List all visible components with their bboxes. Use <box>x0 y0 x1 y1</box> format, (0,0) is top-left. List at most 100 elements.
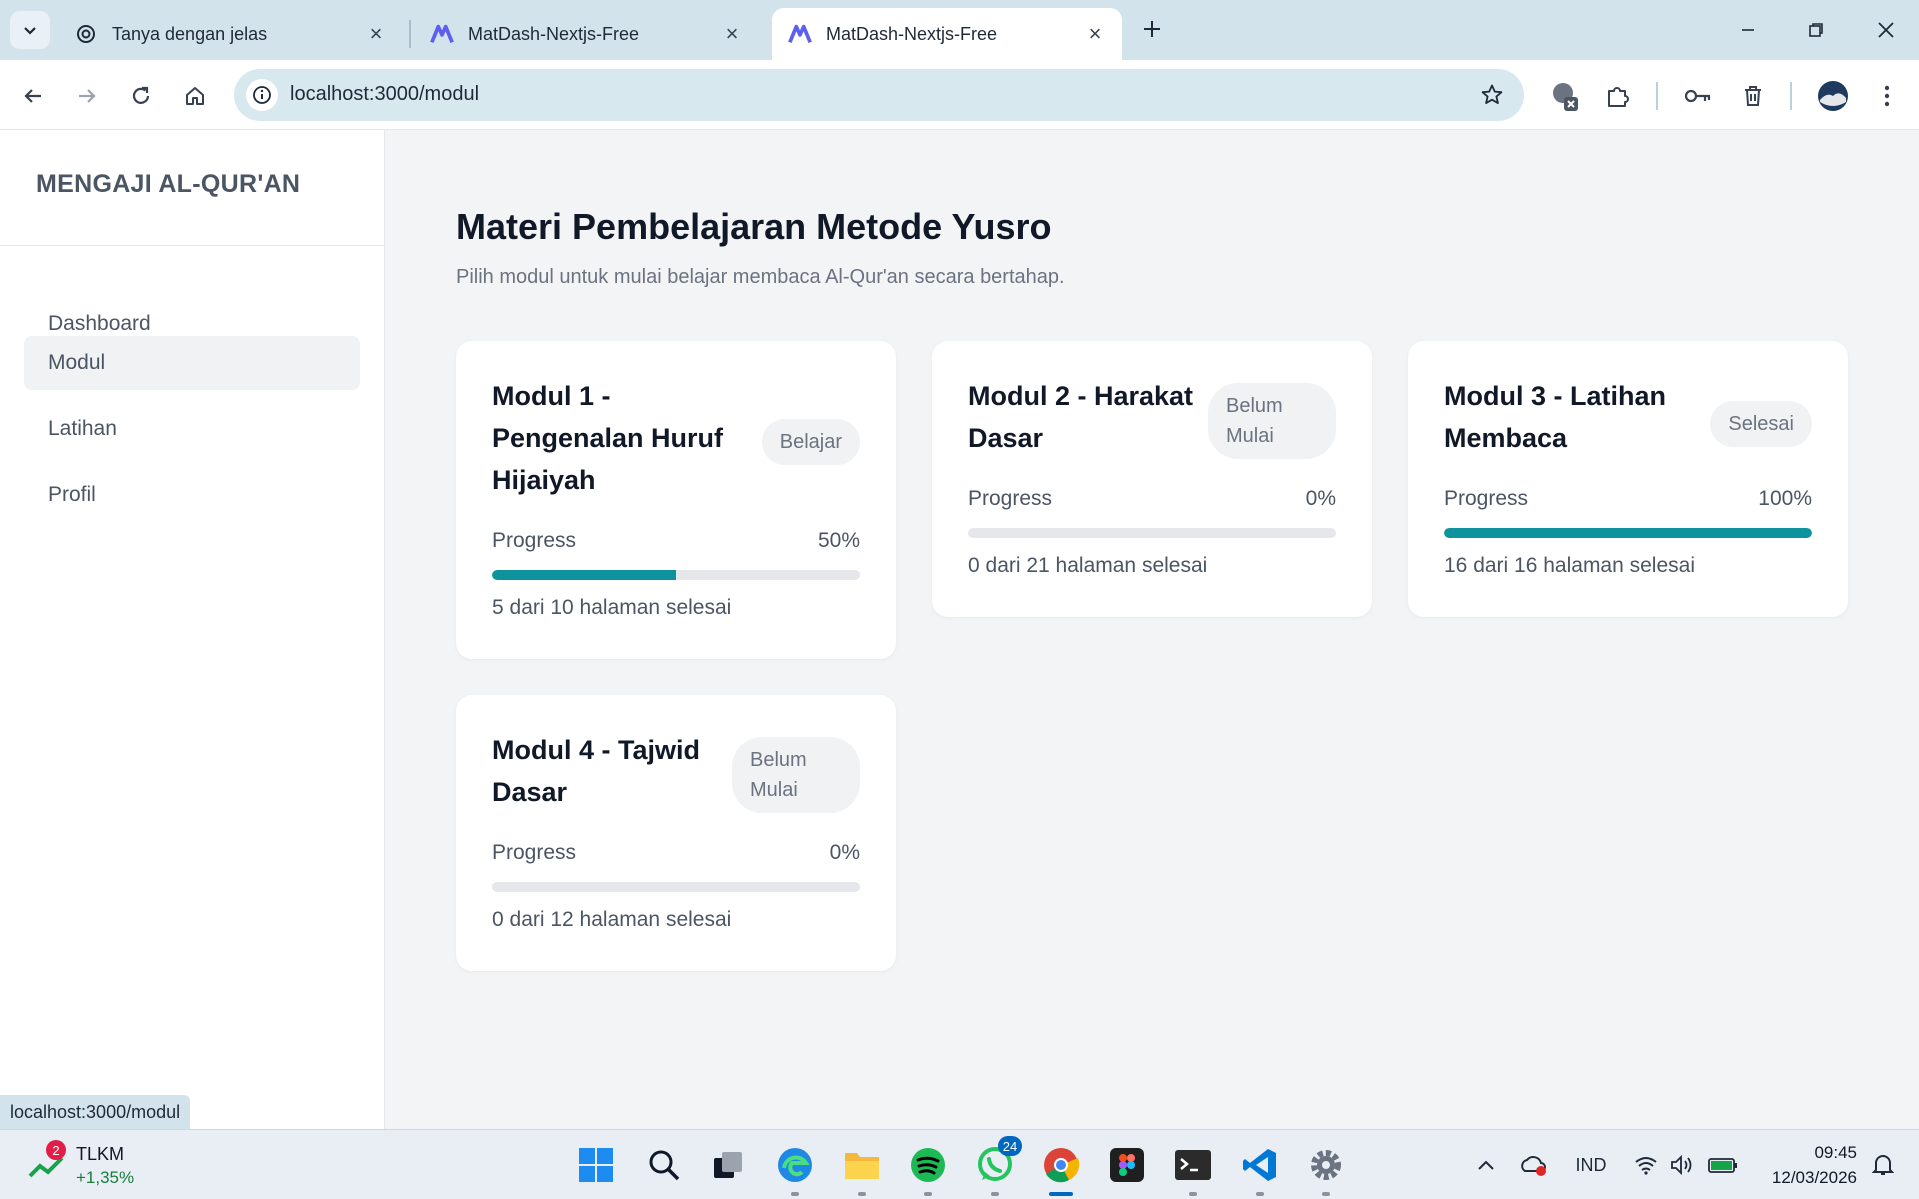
matdash-icon <box>430 22 454 46</box>
close-icon[interactable]: × <box>1084 21 1106 46</box>
battery-icon[interactable] <box>1706 1148 1740 1182</box>
show-hidden-icons-button[interactable] <box>1472 1148 1500 1182</box>
progress-count: 5 dari 10 halaman selesai <box>492 596 732 619</box>
avatar-icon <box>1818 81 1848 111</box>
star-icon <box>1481 84 1503 104</box>
start-button[interactable] <box>573 1142 619 1188</box>
url-text: localhost:3000/modul <box>290 83 480 105</box>
onedrive-tray[interactable] <box>1518 1148 1550 1182</box>
gear-icon <box>1311 1150 1341 1180</box>
page-subtitle: Pilih modul untuk mulai belajar membaca … <box>456 266 1065 288</box>
folder-icon <box>845 1153 879 1179</box>
restore-icon <box>1809 23 1823 37</box>
chatgpt-icon <box>74 22 98 46</box>
progress-bar <box>492 570 860 580</box>
close-icon <box>1878 22 1894 38</box>
trash-icon <box>1745 86 1761 106</box>
sidebar: MENGAJI AL-QUR'AN Dashboard Modul Latiha… <box>0 130 385 1129</box>
running-indicator <box>1189 1192 1197 1196</box>
taskbar-vscode[interactable] <box>1237 1142 1283 1196</box>
taskbar-file-explorer[interactable] <box>839 1142 885 1196</box>
module-card-4[interactable]: Modul 4 - Tajwid Dasar Belum Mulai Progr… <box>456 695 896 971</box>
forward-button[interactable] <box>67 76 107 116</box>
running-indicator <box>1256 1192 1264 1196</box>
task-view-button[interactable] <box>705 1142 751 1188</box>
extensions-button[interactable] <box>1598 76 1638 116</box>
status-badge: Selesai <box>1710 401 1812 447</box>
progress-label: Progress <box>492 529 577 552</box>
page-title: Materi Pembelajaran Metode Yusro <box>456 206 1052 247</box>
taskbar-settings[interactable] <box>1303 1142 1349 1196</box>
plus-icon <box>1144 21 1160 37</box>
notifications-button[interactable] <box>1868 1148 1898 1182</box>
status-badge: Belum Mulai <box>1208 383 1336 459</box>
progress-label: Progress <box>1444 487 1529 510</box>
taskbar-whatsapp[interactable]: 24 <box>972 1136 1022 1196</box>
taskbar: 2 TLKM +1,35% 24 IND 09:45 12/03/2026 <box>0 1129 1919 1199</box>
back-button[interactable] <box>13 76 53 116</box>
tab-matdash-1[interactable]: MatDash-Nextjs-Free × <box>414 8 759 60</box>
tab-divider <box>409 20 411 48</box>
taskbar-chrome[interactable] <box>1038 1142 1084 1196</box>
arrow-left-icon <box>24 89 41 103</box>
status-badge: Belum Mulai <box>732 737 860 813</box>
home-button[interactable] <box>175 76 215 116</box>
module-card-1[interactable]: Modul 1 - Pengenalan Huruf Hijaiyah Bela… <box>456 341 896 659</box>
close-window-button[interactable] <box>1864 10 1908 50</box>
running-indicator <box>924 1192 932 1196</box>
vscode-icon <box>1243 1149 1276 1181</box>
passwords-button[interactable] <box>1678 76 1718 116</box>
menu-button[interactable] <box>1867 76 1907 116</box>
sidebar-item-modul[interactable]: Modul <box>24 336 360 390</box>
progress-percent: 0% <box>1305 487 1336 510</box>
taskbar-edge[interactable] <box>772 1142 818 1196</box>
browser-tab-bar: Tanya dengan jelas × MatDash-Nextjs-Free… <box>0 0 1919 60</box>
input-language[interactable]: IND <box>1570 1148 1612 1182</box>
wifi-icon[interactable] <box>1631 1148 1661 1182</box>
delete-button[interactable] <box>1733 76 1773 116</box>
progress-fill <box>1444 528 1812 538</box>
taskbar-figma[interactable] <box>1104 1142 1150 1188</box>
tab-chatgpt[interactable]: Tanya dengan jelas × <box>58 8 403 60</box>
bookmark-star-button[interactable] <box>1478 81 1506 109</box>
edge-icon <box>778 1148 812 1182</box>
close-icon[interactable]: × <box>721 21 743 46</box>
reload-button[interactable] <box>121 76 161 116</box>
tab-title: MatDash-Nextjs-Free <box>826 23 998 44</box>
restore-button[interactable] <box>1794 10 1838 50</box>
running-indicator <box>1049 1192 1073 1196</box>
new-tab-button[interactable] <box>1135 12 1169 46</box>
info-icon <box>253 86 271 104</box>
progress-label: Progress <box>968 487 1053 510</box>
search-button[interactable] <box>641 1142 687 1188</box>
module-card-3[interactable]: Modul 3 - Latihan Membaca Selesai Progre… <box>1408 341 1848 617</box>
sidebar-item-latihan[interactable]: Latihan <box>24 402 360 456</box>
extension-button[interactable] <box>1545 76 1585 116</box>
tab-search-button[interactable] <box>10 11 50 49</box>
minimize-button[interactable] <box>1726 10 1770 50</box>
taskbar-terminal[interactable] <box>1170 1142 1216 1196</box>
status-url: localhost:3000/modul <box>0 1095 191 1129</box>
stock-widget[interactable]: 2 TLKM +1,35% <box>28 1140 178 1190</box>
cloud-error-icon <box>1521 1156 1546 1176</box>
taskbar-spotify[interactable] <box>905 1142 951 1196</box>
module-card-2[interactable]: Modul 2 - Harakat Dasar Belum Mulai Prog… <box>932 341 1372 617</box>
tab-title: Tanya dengan jelas <box>112 23 268 44</box>
module-title: Modul 3 - Latihan Membaca <box>1444 381 1666 453</box>
profile-button[interactable] <box>1813 76 1853 116</box>
close-icon[interactable]: × <box>365 21 387 46</box>
address-bar[interactable]: localhost:3000/modul <box>234 69 1524 121</box>
module-title: Modul 2 - Harakat Dasar <box>968 381 1194 453</box>
key-icon <box>1684 89 1711 103</box>
tab-matdash-2[interactable]: MatDash-Nextjs-Free × <box>772 8 1122 60</box>
system-clock[interactable]: 09:45 12/03/2026 <box>1772 1140 1857 1190</box>
progress-percent: 0% <box>829 841 860 864</box>
matdash-icon <box>788 22 812 46</box>
task-view-icon <box>714 1152 742 1178</box>
progress-label: Progress <box>492 841 577 864</box>
unread-count-badge: 24 <box>998 1136 1022 1156</box>
volume-icon[interactable] <box>1666 1148 1696 1182</box>
site-info-button[interactable] <box>246 79 278 111</box>
sidebar-item-profil[interactable]: Profil <box>24 468 360 522</box>
more-vertical-icon <box>1884 85 1890 107</box>
